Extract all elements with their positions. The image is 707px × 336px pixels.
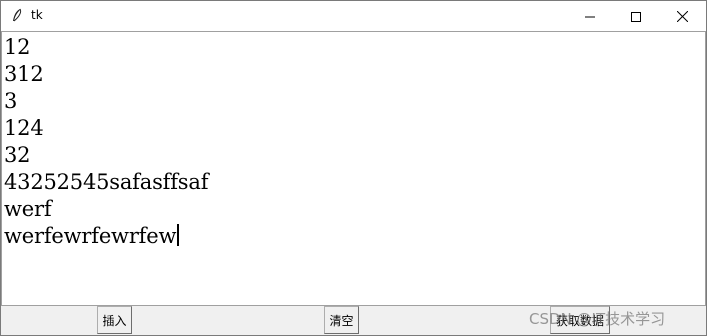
text-caret xyxy=(177,224,180,246)
minimize-button[interactable] xyxy=(567,1,613,31)
maximize-button[interactable] xyxy=(613,1,659,31)
tk-window: tk 12 312 3 124 32 43252545safasffsaf we… xyxy=(0,0,707,336)
text-line: 124 xyxy=(4,116,44,140)
clear-button[interactable]: 清空 xyxy=(324,306,359,334)
text-line: werf xyxy=(4,197,52,221)
tk-feather-icon xyxy=(10,8,24,24)
text-line: 32 xyxy=(4,143,31,167)
text-line-with-caret: werfewrfewrfew xyxy=(4,223,180,250)
text-widget[interactable]: 12 312 3 124 32 43252545safasffsaf werf … xyxy=(1,31,706,306)
title-bar[interactable]: tk xyxy=(1,1,706,31)
button-row: 插入 清空 获取数据 xyxy=(1,306,706,335)
text-line: 3 xyxy=(4,89,18,113)
window-title: tk xyxy=(31,8,43,22)
text-line: 312 xyxy=(4,62,44,86)
text-line: werfewrfewrfew xyxy=(4,224,177,248)
insert-button[interactable]: 插入 xyxy=(97,306,132,334)
close-icon xyxy=(676,7,688,26)
maximize-icon xyxy=(631,7,641,26)
close-button[interactable] xyxy=(659,1,705,31)
get-data-button[interactable]: 获取数据 xyxy=(550,306,610,334)
minimize-icon xyxy=(585,7,595,26)
text-line: 12 xyxy=(4,35,31,59)
text-line: 43252545safasffsaf xyxy=(4,170,209,194)
